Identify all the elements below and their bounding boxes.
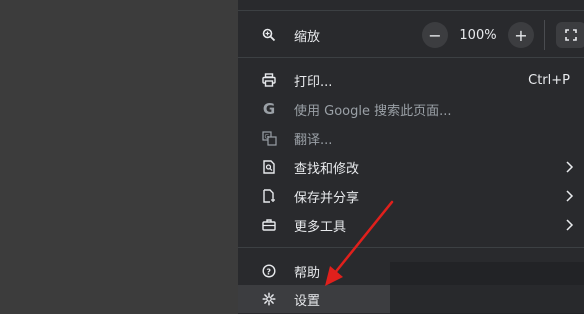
svg-text:G: G: [264, 133, 269, 140]
menu-item-label: 打印...: [294, 74, 333, 90]
menu-item-search-page[interactable]: G 使用 Google 搜索此页面...: [238, 95, 584, 123]
gear-icon: [260, 290, 278, 308]
menu-divider: [238, 247, 584, 248]
help-icon: ?: [260, 262, 278, 280]
shortcut-label: Ctrl+P: [528, 72, 570, 88]
menu-divider: [238, 57, 584, 58]
page-background: [0, 0, 238, 314]
printer-icon: [260, 71, 278, 89]
save-share-icon: [260, 187, 278, 205]
fullscreen-icon: [565, 29, 577, 41]
zoom-level: 100%: [459, 27, 497, 43]
zoom-in-icon: [260, 26, 278, 44]
menu-item-find-edit[interactable]: 查找和修改: [238, 153, 584, 181]
menu-item-label: 更多工具: [294, 219, 347, 235]
background-shadow: [390, 262, 584, 314]
chevron-right-icon: [566, 219, 574, 231]
chevron-right-icon: [566, 190, 574, 202]
google-icon: G: [262, 100, 276, 118]
zoom-controls: − 100% +: [422, 22, 534, 48]
find-in-page-icon: [260, 158, 278, 176]
translate-icon: G: [260, 129, 278, 147]
menu-item-translate[interactable]: G 翻译...: [238, 124, 584, 152]
zoom-in-button[interactable]: +: [508, 22, 534, 48]
menu-item-print[interactable]: 打印... Ctrl+P: [238, 66, 584, 94]
menu-item-more-tools[interactable]: 更多工具: [238, 211, 584, 239]
menu-item-label: 设置: [294, 293, 321, 309]
menu-item-label: 翻译...: [294, 132, 333, 148]
chevron-right-icon: [566, 161, 574, 173]
menu-item-label: 查找和修改: [294, 161, 360, 177]
zoom-out-button[interactable]: −: [422, 22, 448, 48]
svg-text:?: ?: [266, 267, 271, 276]
zoom-label: 缩放: [294, 29, 321, 45]
zoom-separator: [544, 20, 545, 50]
menu-divider: [238, 10, 584, 11]
menu-item-label: 使用 Google 搜索此页面...: [294, 103, 452, 119]
menu-item-label: 帮助: [294, 265, 321, 281]
menu-item-save-share[interactable]: 保存并分享: [238, 182, 584, 210]
toolbox-icon: [260, 216, 278, 234]
fullscreen-button[interactable]: [556, 22, 584, 48]
menu-item-label: 保存并分享: [294, 190, 360, 206]
